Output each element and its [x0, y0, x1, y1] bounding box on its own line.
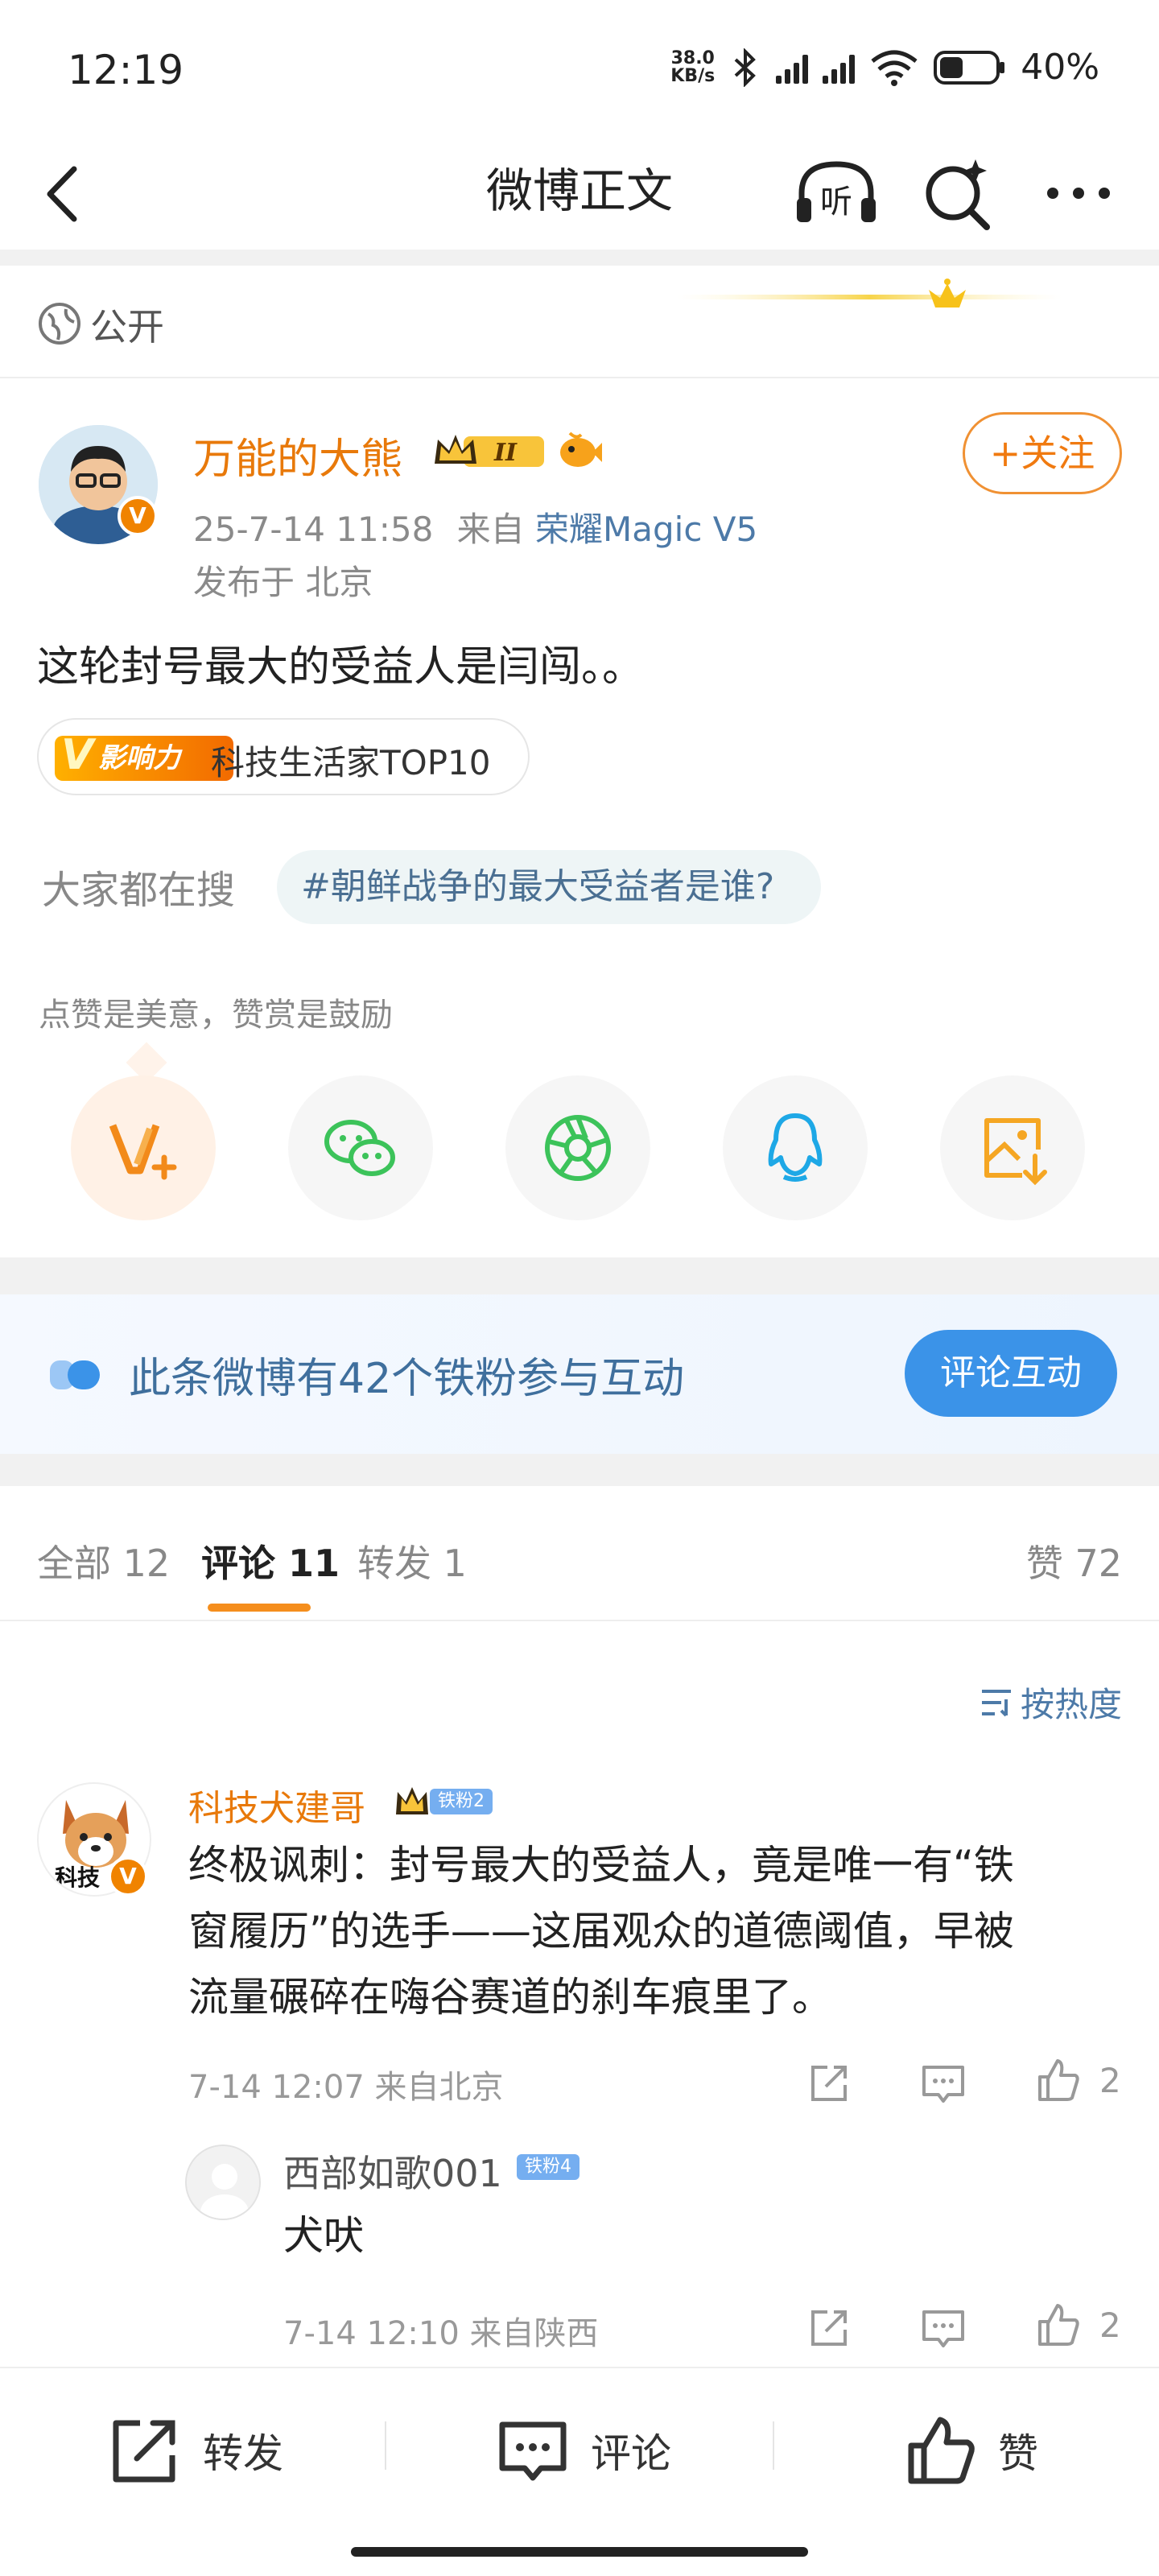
nav-bar: 微博正文 听 — [0, 137, 1159, 250]
comment-interaction-button[interactable]: 评论互动 — [905, 1330, 1117, 1417]
follow-button[interactable]: +关注 — [963, 412, 1122, 494]
device-link[interactable]: 荣耀Magic V5 — [535, 510, 757, 549]
signal-icon-2 — [823, 52, 856, 84]
share-moments-button[interactable] — [505, 1075, 650, 1220]
like-thumb-icon[interactable] — [1033, 2301, 1082, 2349]
influence-tag[interactable]: V 影响力 科技生活家TOP10 — [37, 718, 530, 795]
sort-label: 按热度 — [1020, 1685, 1122, 1724]
like-thumb-icon[interactable] — [1033, 2056, 1082, 2104]
comment-meta: 7-14 12:07 来自北京 — [188, 2069, 504, 2106]
moments-aperture-icon — [545, 1115, 611, 1181]
search-icon[interactable] — [918, 151, 998, 232]
status-icons: 38.0 KB/s 40% — [670, 47, 1099, 88]
author-name[interactable]: 万能的大熊 — [193, 425, 402, 485]
divider — [0, 1257, 1159, 1294]
divider — [0, 1454, 1159, 1486]
home-indicator[interactable] — [351, 2547, 808, 2557]
battery-icon — [934, 50, 1005, 85]
verified-badge: V — [108, 1856, 148, 1897]
fans-interaction-banner[interactable]: 此条微博有42个铁粉参与互动 评论互动 — [0, 1294, 1159, 1454]
reward-tip: 点赞是美意，赞赏是鼓励 — [39, 997, 393, 1034]
v-plus-icon — [109, 1124, 177, 1180]
reward-button[interactable] — [71, 1075, 216, 1220]
commenter-name[interactable]: 科技犬建哥 — [188, 1779, 365, 1831]
fish-icon — [560, 431, 602, 467]
share-icon[interactable] — [805, 2059, 853, 2107]
replier-name[interactable]: 西部如歌001 — [283, 2145, 502, 2198]
divider — [773, 2421, 774, 2470]
visibility-row: 公开 — [0, 266, 1159, 378]
net-speed: 38.0 KB/s — [670, 47, 716, 86]
like-button[interactable]: 赞 — [903, 2413, 1038, 2487]
like-count: 2 — [1099, 2061, 1121, 2100]
wechat-icon — [324, 1120, 395, 1176]
crown-decoration-icon — [676, 279, 1062, 308]
comment-icon — [499, 2421, 567, 2481]
influence-text: 科技生活家TOP10 — [211, 743, 491, 782]
post-body: 这轮封号最大的受益人是闫闯。。 — [37, 643, 645, 691]
tab-likes[interactable]: 赞 72 — [1026, 1534, 1122, 1587]
like-thumb-icon — [908, 2417, 975, 2484]
comment-icon[interactable] — [919, 2059, 967, 2107]
post-location: 发布于 北京 — [193, 563, 373, 602]
status-time: 12:19 — [68, 47, 184, 93]
visibility-label: 公开 — [90, 305, 164, 349]
battery-percent: 40% — [1021, 47, 1099, 88]
repost-button[interactable]: 转发 — [108, 2413, 283, 2487]
bottom-action-bar: 转发 评论 赞 — [0, 2367, 1159, 2576]
active-tab-indicator — [208, 1604, 311, 1612]
globe-icon — [39, 303, 80, 345]
verified-badge: V — [118, 496, 158, 536]
tab-reposts[interactable]: 转发 1 — [357, 1534, 467, 1587]
comment-button[interactable]: 评论 — [496, 2413, 671, 2487]
signal-icon-1 — [776, 52, 809, 84]
fan-level-badge: 铁粉2 — [430, 1789, 493, 1814]
tab-all[interactable]: 全部 12 — [37, 1534, 170, 1587]
crown-icon — [396, 1787, 428, 1814]
tab-comments[interactable]: 评论 11 — [201, 1534, 340, 1587]
divider — [385, 2421, 386, 2470]
fan-level-badge: 铁粉4 — [517, 2154, 580, 2180]
fans-text: 此条微博有42个铁粉参与互动 — [129, 1355, 685, 1403]
wifi-icon — [871, 50, 918, 86]
level-text: II — [493, 439, 518, 467]
sort-toggle[interactable]: 按热度 — [979, 1678, 1122, 1727]
share-qq-button[interactable] — [723, 1075, 868, 1220]
more-dots-icon[interactable] — [1038, 169, 1119, 217]
status-bar: 12:19 38.0 KB/s 40% — [0, 0, 1159, 137]
listen-headphones-icon[interactable]: 听 — [792, 156, 881, 229]
divider — [0, 250, 1159, 266]
avatar-text: 科技 — [55, 1864, 100, 1891]
vip-crown-level-badge: II — [435, 435, 544, 467]
comment-body: 终极讽刺：封号最大的受益人，竟是唯一有“铁 窗履历”的选手——这届观众的道德阈值… — [188, 1842, 1014, 2021]
default-avatar-icon — [187, 2146, 259, 2219]
bluetooth-icon — [734, 47, 757, 87]
image-download-icon — [984, 1118, 1047, 1186]
listen-label: 听 — [820, 184, 852, 221]
post-meta: 25-7-14 11:58 来自 荣耀Magic V5 — [193, 510, 758, 549]
reply-meta: 7-14 12:10 来自陕西 — [283, 2315, 599, 2352]
reply-body: 犬吠 — [283, 2212, 364, 2259]
qq-penguin-icon — [768, 1113, 823, 1182]
repost-icon — [113, 2420, 175, 2483]
tab-bar: 全部 12 评论 11 转发 1 赞 72 — [0, 1486, 1159, 1621]
trending-label: 大家都在搜 — [42, 868, 236, 913]
trending-search-tag[interactable]: #朝鲜战争的最大受益者是谁? — [277, 850, 821, 924]
like-count: 2 — [1099, 2306, 1121, 2345]
share-icon[interactable] — [805, 2304, 853, 2352]
replier-avatar[interactable] — [185, 2145, 261, 2220]
share-wechat-button[interactable] — [288, 1075, 433, 1220]
fans-arrow-icon — [50, 1360, 100, 1389]
influence-badge: V 影响力 — [55, 733, 233, 781]
comment-icon[interactable] — [919, 2304, 967, 2352]
sort-icon — [981, 1689, 1011, 1716]
save-image-button[interactable] — [940, 1075, 1085, 1220]
